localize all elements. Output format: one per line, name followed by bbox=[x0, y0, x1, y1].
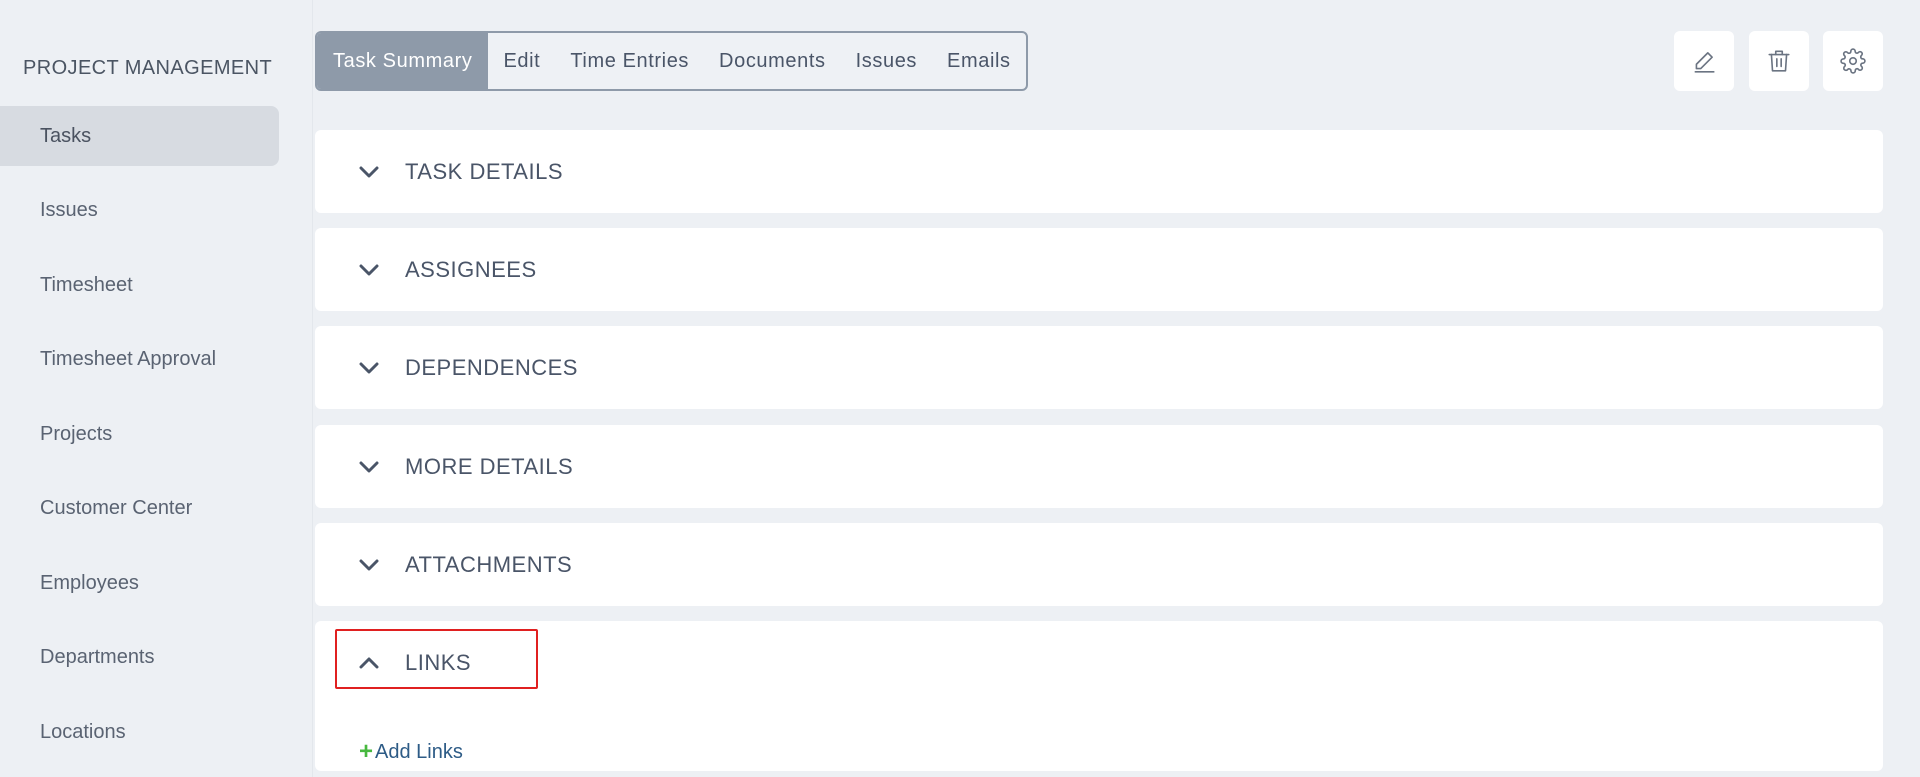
edit-button[interactable] bbox=[1674, 31, 1734, 91]
section-attachments: ATTACHMENTS bbox=[315, 523, 1883, 606]
section-dependences: DEPENDENCES bbox=[315, 326, 1883, 409]
sidebar-item-timesheet[interactable]: Timesheet bbox=[0, 255, 279, 315]
section-header-task-details[interactable]: TASK DETAILS bbox=[359, 130, 563, 213]
section-task-details: TASK DETAILS bbox=[315, 130, 1883, 213]
chevron-up-icon bbox=[359, 657, 379, 668]
tab-issues[interactable]: Issues bbox=[841, 33, 932, 89]
tab-emails[interactable]: Emails bbox=[932, 33, 1026, 89]
trash-icon bbox=[1768, 50, 1790, 72]
section-more-details: MORE DETAILS bbox=[315, 425, 1883, 508]
pencil-icon bbox=[1694, 52, 1715, 73]
sidebar-item-timesheet-approval[interactable]: Timesheet Approval bbox=[0, 330, 279, 390]
sidebar-item-tasks[interactable]: Tasks bbox=[0, 106, 279, 166]
tab-task-summary[interactable]: Task Summary bbox=[317, 33, 489, 89]
sidebar-item-projects[interactable]: Projects bbox=[0, 404, 279, 464]
section-title: TASK DETAILS bbox=[405, 158, 564, 184]
add-links-button[interactable]: + Add Links bbox=[359, 740, 463, 764]
chevron-down-icon bbox=[359, 559, 379, 570]
section-header-dependences[interactable]: DEPENDENCES bbox=[359, 326, 578, 409]
gear-icon bbox=[1840, 48, 1866, 74]
section-assignees: ASSIGNEES bbox=[315, 228, 1883, 311]
settings-button[interactable] bbox=[1823, 31, 1883, 91]
sidebar-item-departments[interactable]: Departments bbox=[0, 628, 279, 688]
section-title: LINKS bbox=[405, 649, 472, 675]
section-title: DEPENDENCES bbox=[405, 354, 578, 380]
section-links: LINKS + Add Links bbox=[315, 621, 1883, 771]
sidebar: PROJECT MANAGEMENT Tasks Issues Timeshee… bbox=[0, 0, 313, 777]
tab-bar: Task Summary Edit Time Entries Documents… bbox=[315, 31, 1028, 91]
sidebar-item-locations[interactable]: Locations bbox=[0, 702, 279, 762]
delete-button[interactable] bbox=[1749, 31, 1809, 91]
section-title: ASSIGNEES bbox=[405, 256, 537, 282]
chevron-down-icon bbox=[359, 362, 379, 373]
sidebar-item-customer-center[interactable]: Customer Center bbox=[0, 479, 279, 539]
section-title: MORE DETAILS bbox=[405, 453, 574, 479]
chevron-down-icon bbox=[359, 264, 379, 275]
app-root: PROJECT MANAGEMENT Tasks Issues Timeshee… bbox=[0, 0, 1920, 777]
sidebar-list: Tasks Issues Timesheet Timesheet Approva… bbox=[0, 106, 279, 777]
sidebar-item-issues[interactable]: Issues bbox=[0, 181, 279, 241]
chevron-down-icon bbox=[359, 461, 379, 472]
tab-documents[interactable]: Documents bbox=[704, 33, 841, 89]
tab-edit[interactable]: Edit bbox=[488, 33, 555, 89]
add-links-label: Add Links bbox=[375, 740, 463, 763]
section-title: ATTACHMENTS bbox=[405, 551, 573, 577]
section-header-links[interactable]: LINKS bbox=[359, 621, 471, 704]
section-header-attachments[interactable]: ATTACHMENTS bbox=[359, 523, 572, 606]
section-header-more-details[interactable]: MORE DETAILS bbox=[359, 425, 573, 508]
plus-icon: + bbox=[359, 738, 374, 765]
tab-time-entries[interactable]: Time Entries bbox=[555, 33, 704, 89]
sidebar-item-employees[interactable]: Employees bbox=[0, 553, 279, 613]
sidebar-title: PROJECT MANAGEMENT bbox=[23, 57, 273, 79]
chevron-down-icon bbox=[359, 166, 379, 177]
section-header-assignees[interactable]: ASSIGNEES bbox=[359, 228, 537, 311]
